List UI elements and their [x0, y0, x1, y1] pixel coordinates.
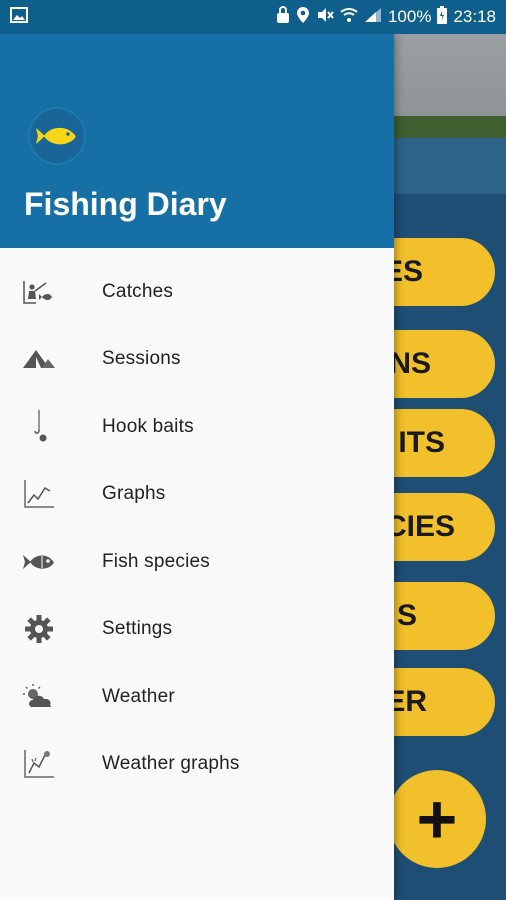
tent-icon	[22, 342, 56, 376]
drawer-item-label: Settings	[102, 618, 173, 640]
location-icon	[296, 6, 310, 29]
navigation-drawer: Fishing Diary Catches Sessions Hook bait…	[0, 34, 394, 900]
clock: 23:18	[453, 7, 496, 26]
gear-icon	[22, 612, 56, 646]
drawer-item-label: Hook baits	[102, 415, 194, 437]
drawer-item-sessions[interactable]: Sessions	[0, 326, 394, 394]
drawer-item-hook-baits[interactable]: Hook baits	[0, 393, 394, 461]
add-button[interactable]: +	[388, 770, 486, 868]
drawer-item-label: Weather	[102, 685, 175, 707]
mute-icon	[316, 6, 334, 29]
fish-icon	[22, 545, 56, 579]
drawer-item-graphs[interactable]: Graphs	[0, 461, 394, 529]
drawer-item-settings[interactable]: Settings	[0, 596, 394, 664]
battery-icon	[437, 5, 448, 29]
app-title: Fishing Diary	[24, 186, 227, 222]
line-chart-icon	[22, 477, 56, 511]
drawer-item-label: Fish species	[102, 550, 210, 572]
lock-icon	[276, 5, 290, 29]
image-icon	[10, 6, 28, 28]
drawer-item-weather[interactable]: Weather	[0, 663, 394, 731]
drawer-item-catches[interactable]: Catches	[0, 258, 394, 326]
status-bar: 100% 23:18	[0, 0, 506, 34]
drawer-item-label: Weather graphs	[102, 753, 240, 775]
fish-logo-icon	[28, 107, 86, 165]
drawer-item-label: Graphs	[102, 483, 166, 505]
grass	[380, 116, 506, 138]
battery-percent: 100%	[387, 7, 432, 26]
wifi-icon	[340, 7, 358, 28]
weather-graph-icon	[22, 747, 56, 781]
drawer-item-label: Sessions	[102, 348, 181, 370]
drawer-menu: Catches Sessions Hook baits Graphs Fish …	[0, 258, 394, 798]
drawer-item-fish-species[interactable]: Fish species	[0, 528, 394, 596]
drawer-item-weather-graphs[interactable]: Weather graphs	[0, 731, 394, 799]
drawer-header: Fishing Diary	[0, 34, 394, 248]
weather-icon	[22, 680, 56, 714]
drawer-item-label: Catches	[102, 280, 174, 302]
hook-icon	[22, 409, 56, 444]
fisherman-icon	[22, 275, 56, 309]
signal-icon	[364, 7, 382, 28]
